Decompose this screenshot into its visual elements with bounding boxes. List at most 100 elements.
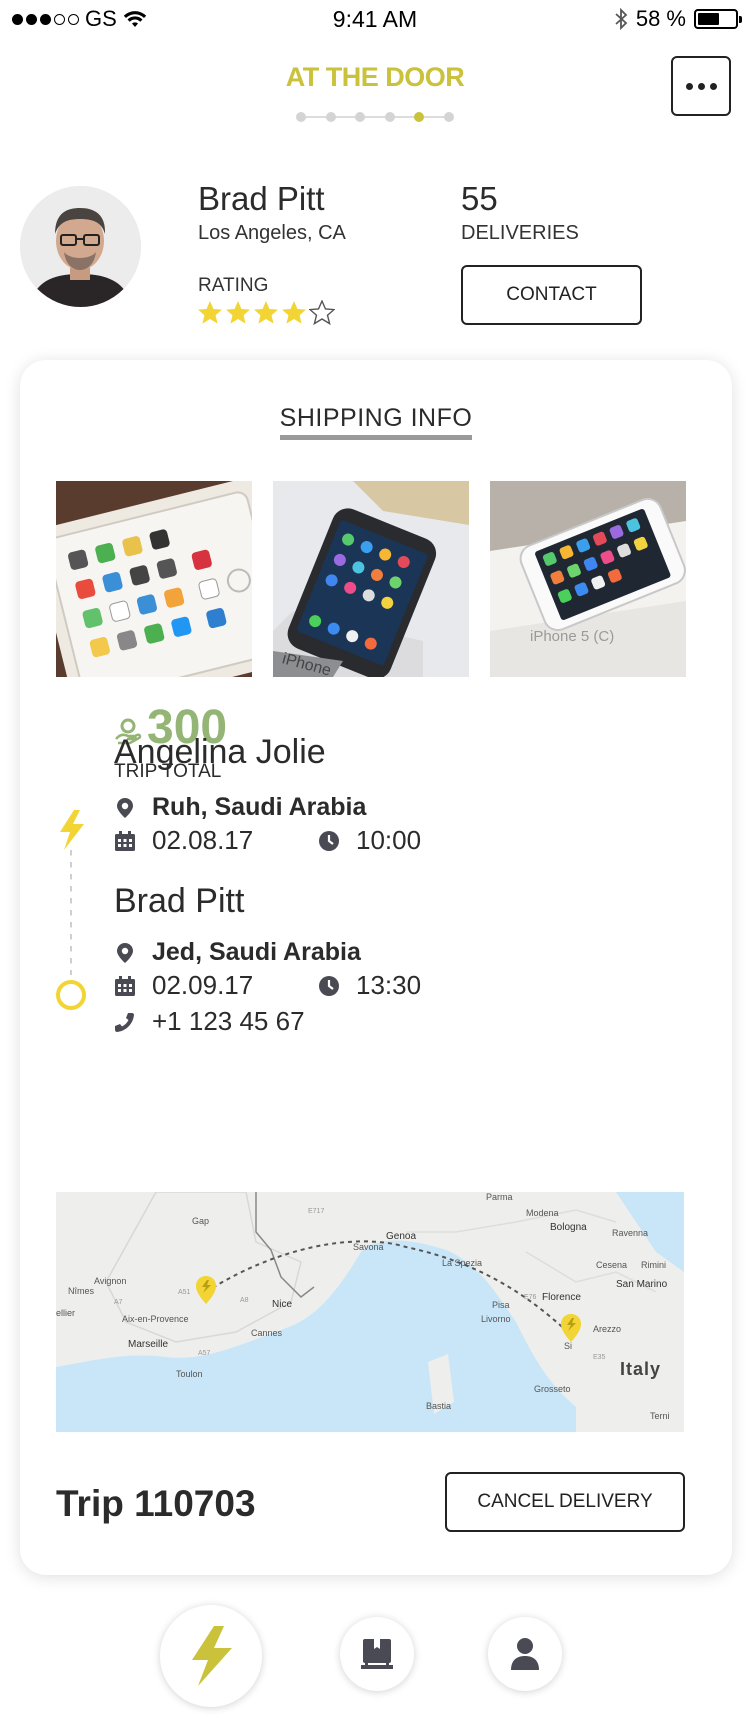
- step-dot: [384, 112, 395, 122]
- dropoff-date-row: 02.09.17: [114, 970, 253, 1001]
- trip-number: Trip 110703: [56, 1483, 256, 1524]
- map-label: San Marino: [616, 1279, 668, 1290]
- location-pin-icon: [117, 797, 133, 818]
- more-icon: [685, 82, 693, 90]
- map-label: Si: [564, 1341, 572, 1351]
- map-label: A7: [114, 1299, 123, 1306]
- driver-location: Los Angeles, CA: [198, 222, 346, 244]
- shipping-info-title: SHIPPING INFO: [279, 404, 473, 440]
- map-label: Nice: [272, 1299, 292, 1310]
- pickup-location: Ruh, Saudi Arabia: [152, 793, 367, 821]
- map-label: Italy: [620, 1359, 661, 1379]
- dropoff-phone[interactable]: +1 123 45 67: [152, 1006, 305, 1037]
- more-menu-button[interactable]: [671, 56, 731, 116]
- deliveries-count: 55: [461, 180, 498, 217]
- stepper-line: [301, 116, 449, 118]
- map-label: Bologna: [550, 1222, 587, 1233]
- clock-icon: [319, 830, 339, 851]
- cancel-delivery-button[interactable]: CANCEL DELIVERY: [445, 1472, 685, 1532]
- nav-profile-button[interactable]: [488, 1617, 562, 1691]
- route-map[interactable]: Parma Modena Bologna Ravenna Cesena Rimi…: [56, 1192, 684, 1432]
- svg-text:iPhone 5 (C): iPhone 5 (C): [530, 628, 614, 645]
- package-photos: iPhone iPhone 5 (C): [56, 481, 686, 677]
- map-label: Arezzo: [593, 1324, 621, 1334]
- step-dot: [444, 112, 454, 122]
- destination-marker-icon: [56, 980, 86, 1010]
- map-label: La Spezia: [442, 1258, 482, 1268]
- map-label: A51: [178, 1289, 191, 1296]
- phone-icon: [115, 1012, 134, 1032]
- map-label: Aix-en-Provence: [122, 1314, 189, 1324]
- package-photo-1[interactable]: [56, 481, 252, 677]
- location-pin-icon: [117, 942, 133, 963]
- user-icon: [511, 1638, 539, 1670]
- package-photo-2[interactable]: iPhone: [273, 481, 469, 677]
- pickup-location-row: Ruh, Saudi Arabia: [114, 793, 366, 822]
- map-label: Parma: [486, 1192, 513, 1202]
- rating-label: RATING: [198, 275, 269, 296]
- calendar-icon: [115, 975, 135, 996]
- map-label: Savona: [353, 1242, 384, 1252]
- step-dot: [296, 112, 306, 122]
- battery-icon: [694, 9, 742, 29]
- progress-stepper: [296, 112, 454, 122]
- nav-packages-button[interactable]: [340, 1617, 414, 1691]
- battery-percent: 58 %: [635, 6, 686, 31]
- map-label: Genoa: [386, 1231, 416, 1242]
- map-label: Livorno: [481, 1314, 511, 1324]
- package-photo-3[interactable]: iPhone 5 (C): [490, 481, 686, 677]
- map-label: Ravenna: [612, 1228, 648, 1238]
- step-dot: [325, 112, 336, 122]
- section-title: SHIPPING INFO: [20, 404, 732, 440]
- dropoff-location: Jed, Saudi Arabia: [152, 938, 361, 966]
- battery-fill: [698, 13, 719, 25]
- map-label: Pisa: [492, 1300, 510, 1310]
- map-label: ellier: [56, 1308, 75, 1318]
- dropoff-location-row: Jed, Saudi Arabia: [114, 938, 361, 967]
- nav-trips-button[interactable]: [160, 1605, 262, 1707]
- pickup-date: 02.08.17: [152, 825, 254, 855]
- driver-name: Brad Pitt: [198, 180, 325, 217]
- star-filled-icon: [198, 301, 222, 324]
- contact-button[interactable]: CONTACT: [461, 265, 642, 325]
- status-bar: GS 9:41 AM 58 %: [0, 0, 750, 40]
- avatar: [20, 186, 141, 307]
- dropoff-time: 13:30: [356, 970, 422, 1000]
- bolt-icon: [60, 810, 84, 850]
- dropoff-phone-row[interactable]: +1 123 45 67: [114, 1006, 305, 1037]
- pickup-time-row: 10:00: [318, 825, 421, 856]
- deliveries-label: DELIVERIES: [461, 222, 579, 244]
- page-title: AT THE DOOR: [285, 62, 465, 92]
- map-label: Modena: [526, 1208, 559, 1218]
- map-label: Bastia: [426, 1401, 451, 1411]
- status-right: 58 %: [614, 6, 742, 32]
- map-label: Grosseto: [534, 1384, 571, 1394]
- bolt-icon: [192, 1626, 232, 1686]
- map-label: E76: [524, 1294, 537, 1301]
- map-label: Terni: [650, 1411, 670, 1421]
- dropoff-name: Brad Pitt: [114, 882, 245, 920]
- map-label: A57: [198, 1350, 211, 1357]
- map-label: Toulon: [176, 1369, 203, 1379]
- map-label: Avignon: [94, 1276, 126, 1286]
- map-label: E717: [308, 1208, 324, 1215]
- shipping-card: SHIPPING INFO iPhone iPhone 5 (C) 300 TR…: [20, 360, 732, 1575]
- map-label: Marseille: [128, 1339, 168, 1350]
- star-empty-icon: [309, 300, 335, 326]
- clock-icon: [319, 975, 339, 996]
- star-filled-icon: [226, 301, 250, 324]
- map-label: Gap: [192, 1216, 209, 1226]
- map-label: Nîmes: [68, 1286, 95, 1296]
- pickup-name: Angelina Jolie: [114, 733, 326, 771]
- map-label: E35: [593, 1354, 606, 1361]
- rating-stars: [197, 300, 335, 326]
- step-dot-active: [414, 112, 425, 122]
- dropoff-time-row: 13:30: [318, 970, 421, 1001]
- route-line: [70, 850, 72, 975]
- box-icon: [361, 1639, 393, 1669]
- map-label: Florence: [542, 1292, 581, 1303]
- map-label: A8: [240, 1297, 249, 1304]
- calendar-icon: [115, 830, 135, 851]
- dropoff-date: 02.09.17: [152, 970, 254, 1000]
- map-label: Cannes: [251, 1328, 283, 1338]
